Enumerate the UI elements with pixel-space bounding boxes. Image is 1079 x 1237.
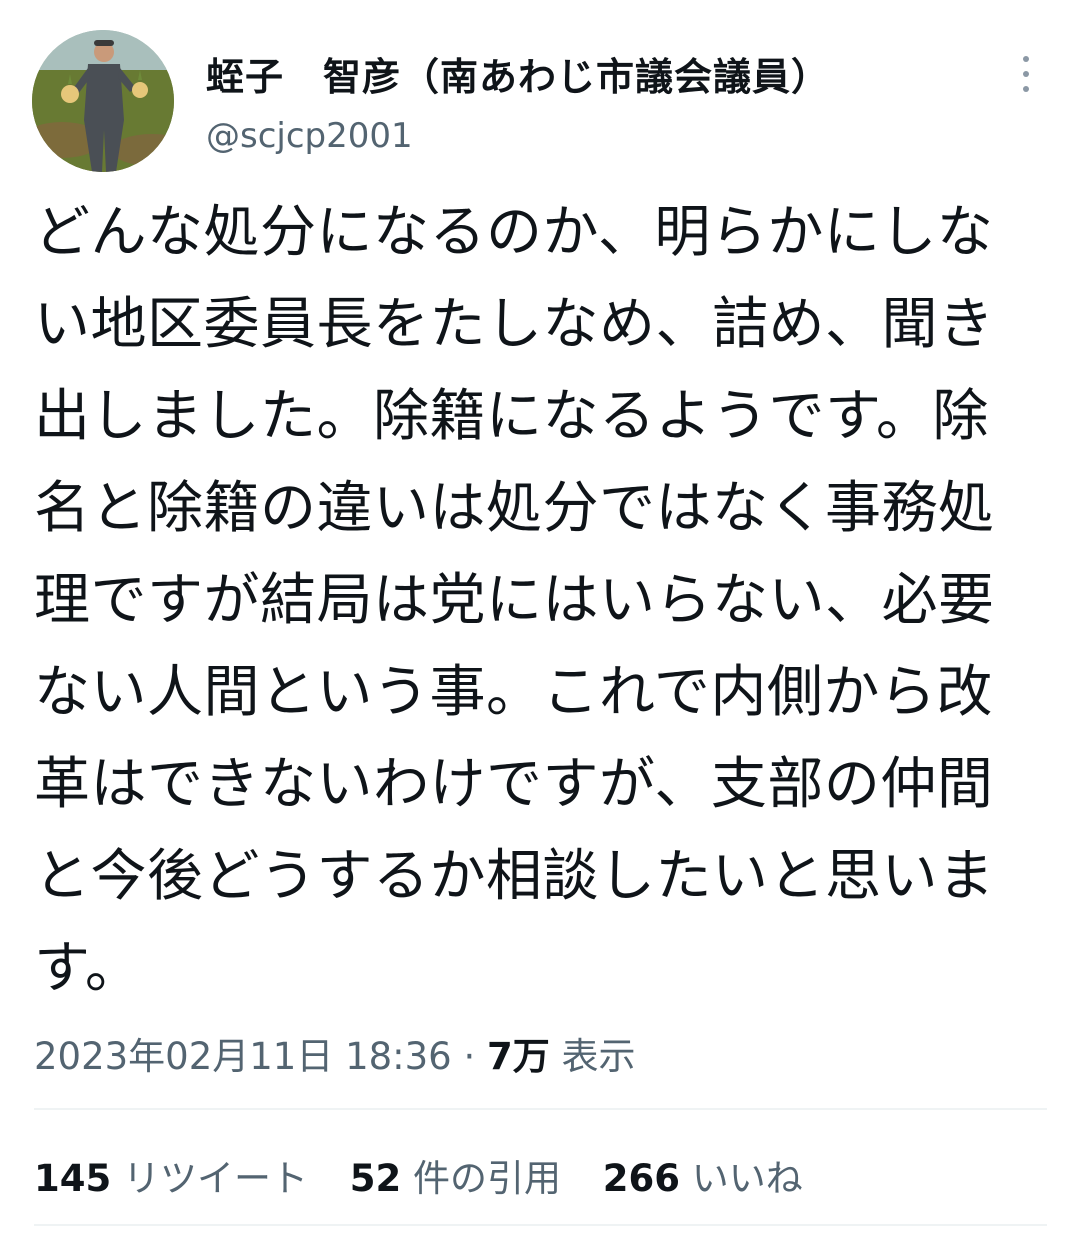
likes-count: 266 bbox=[602, 1157, 681, 1200]
views-label: 表示 bbox=[549, 1035, 636, 1078]
meta-separator: · bbox=[451, 1035, 488, 1078]
more-options-icon bbox=[1023, 56, 1029, 62]
likes-label: いいね bbox=[680, 1157, 803, 1200]
author-display-name[interactable]: 蛭子 智彦（南あわじ市議会議員） bbox=[206, 46, 830, 101]
more-options-button[interactable] bbox=[1008, 50, 1044, 98]
tweet-stats: 145 リツイート 52 件の引用 266 いいね bbox=[34, 1148, 833, 1202]
user-avatar-photo-icon bbox=[32, 30, 174, 172]
tweet-text: どんな処分になるのか、明らかにしない地区委員長をたしなめ、詰め、聞き出しました。… bbox=[34, 200, 995, 1001]
more-options-icon-dot bbox=[1023, 71, 1029, 77]
more-options-icon-dot bbox=[1023, 86, 1029, 92]
quotes-stat[interactable]: 52 件の引用 bbox=[350, 1148, 561, 1202]
divider bbox=[34, 1108, 1047, 1110]
quotes-count: 52 bbox=[349, 1157, 402, 1200]
quotes-label: 件の引用 bbox=[401, 1157, 562, 1200]
likes-stat[interactable]: 266 いいね bbox=[603, 1148, 803, 1202]
tweet-meta: 2023年02月11日 18:36 · 7万 表示 bbox=[34, 1026, 636, 1080]
author-handle[interactable]: @scjcp2001 bbox=[206, 116, 413, 156]
retweets-count: 145 bbox=[34, 1157, 112, 1200]
retweets-label: リツイート bbox=[111, 1157, 308, 1200]
divider bbox=[34, 1224, 1047, 1226]
retweets-stat[interactable]: 145 リツイート bbox=[34, 1148, 308, 1202]
user-avatar[interactable] bbox=[32, 30, 174, 172]
tweet-timestamp[interactable]: 2023年02月11日 18:36 bbox=[34, 1035, 452, 1078]
views-count: 7万 bbox=[487, 1035, 550, 1078]
